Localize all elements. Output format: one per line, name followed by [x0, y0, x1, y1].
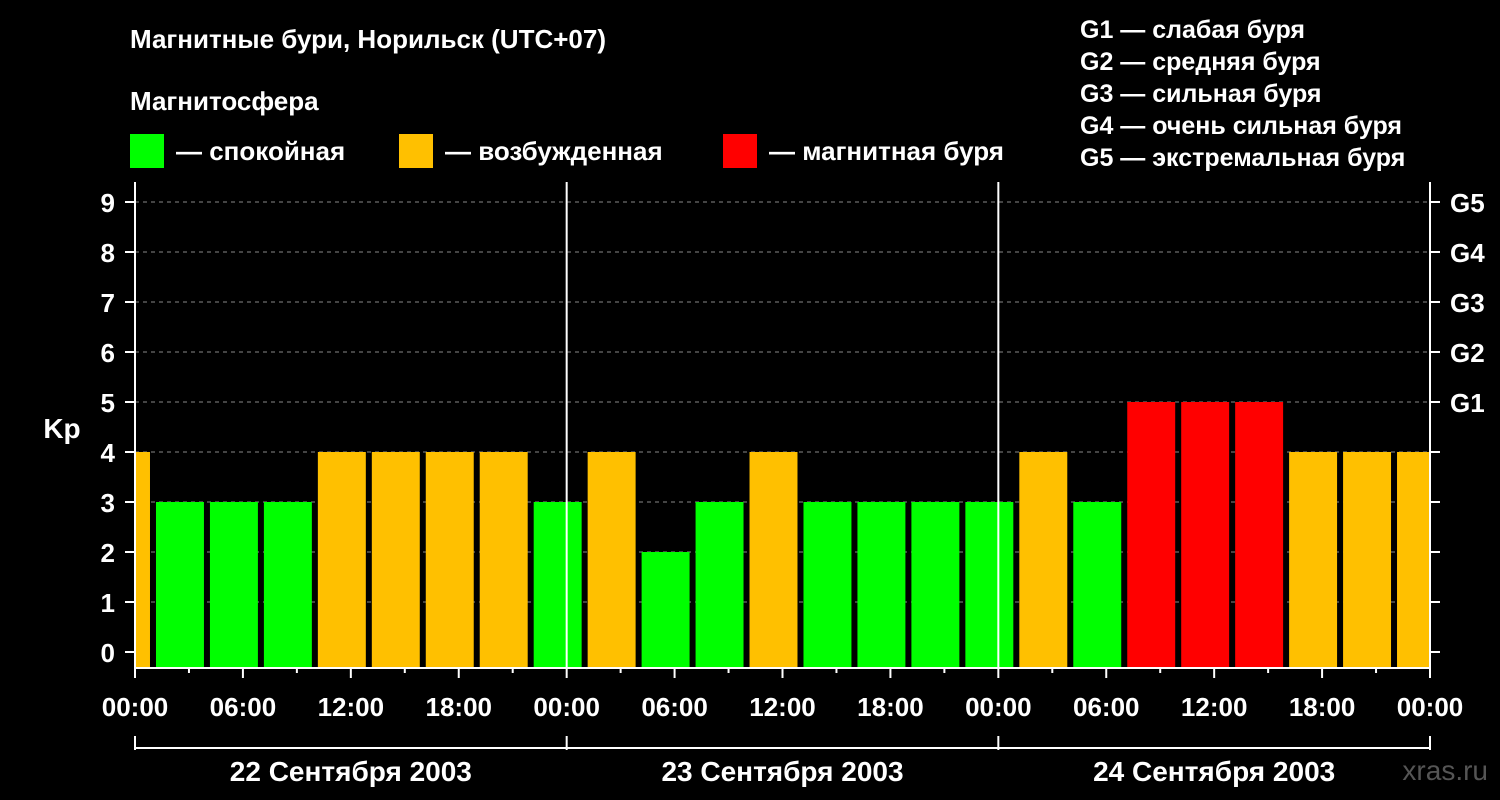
bar-17 — [1019, 452, 1068, 668]
bar-18 — [1073, 502, 1122, 668]
bar-3 — [263, 502, 312, 668]
y-tick-label-4: 4 — [101, 438, 116, 468]
y-tick-label-5: 5 — [101, 388, 115, 418]
y-tick-label-0: 0 — [101, 638, 115, 668]
right-tick-label-G3: G3 — [1450, 288, 1485, 318]
bar-5 — [371, 452, 420, 668]
y-tick-label-7: 7 — [101, 288, 115, 318]
watermark: xras.ru — [1402, 755, 1488, 786]
bar-9 — [587, 452, 636, 668]
right-tick-label-G1: G1 — [1450, 388, 1485, 418]
x-tick-label-6: 12:00 — [749, 692, 816, 722]
right-tick-label-G4: G4 — [1450, 238, 1485, 268]
bar-14 — [857, 502, 906, 668]
y-axis-label: Kp — [43, 413, 80, 444]
x-tick-label-3: 18:00 — [426, 692, 493, 722]
bar-20 — [1181, 402, 1230, 668]
y-tick-label-6: 6 — [101, 338, 115, 368]
bar-21 — [1235, 402, 1284, 668]
x-tick-label-1: 06:00 — [210, 692, 277, 722]
x-tick-label-2: 12:00 — [318, 692, 385, 722]
right-tick-label-G2: G2 — [1450, 338, 1485, 368]
y-tick-label-9: 9 — [101, 188, 115, 218]
bar-8 — [533, 502, 582, 668]
day-label-2: 24 Сентября 2003 — [1093, 756, 1335, 787]
x-tick-label-5: 06:00 — [641, 692, 708, 722]
y-tick-label-1: 1 — [101, 588, 115, 618]
x-tick-label-4: 00:00 — [533, 692, 600, 722]
bar-23 — [1343, 452, 1392, 668]
bar-6 — [425, 452, 474, 668]
day-label-1: 23 Сентября 2003 — [661, 756, 903, 787]
x-tick-label-10: 12:00 — [1181, 692, 1248, 722]
y-tick-label-2: 2 — [101, 538, 115, 568]
bar-1 — [155, 502, 204, 668]
bar-4 — [317, 452, 366, 668]
day-label-0: 22 Сентября 2003 — [230, 756, 472, 787]
bar-16 — [965, 502, 1014, 668]
x-tick-label-0: 00:00 — [102, 692, 169, 722]
bar-24 — [1397, 452, 1430, 668]
bar-7 — [479, 452, 528, 668]
kp-chart: 0 1 2 3 4 5 6 7 8 9 G1 G2 G3 G4 G5 Kp 00:00 06:00 12:00 18:… — [43, 182, 1485, 787]
right-tick-label-G5: G5 — [1450, 188, 1485, 218]
x-tick-label-7: 18:00 — [857, 692, 924, 722]
x-tick-label-8: 00:00 — [965, 692, 1032, 722]
x-tick-label-12: 00:00 — [1397, 692, 1464, 722]
bar-13 — [803, 502, 852, 668]
bar-0 — [135, 452, 150, 668]
bar-12 — [749, 452, 798, 668]
bar-15 — [911, 502, 960, 668]
bar-2 — [209, 502, 258, 668]
y-tick-label-8: 8 — [101, 238, 115, 268]
y-tick-label-3: 3 — [101, 488, 115, 518]
x-tick-label-11: 18:00 — [1289, 692, 1356, 722]
bar-10 — [641, 552, 690, 668]
bar-19 — [1127, 402, 1176, 668]
bar-11 — [695, 502, 744, 668]
x-tick-label-9: 06:00 — [1073, 692, 1140, 722]
bar-22 — [1289, 452, 1338, 668]
